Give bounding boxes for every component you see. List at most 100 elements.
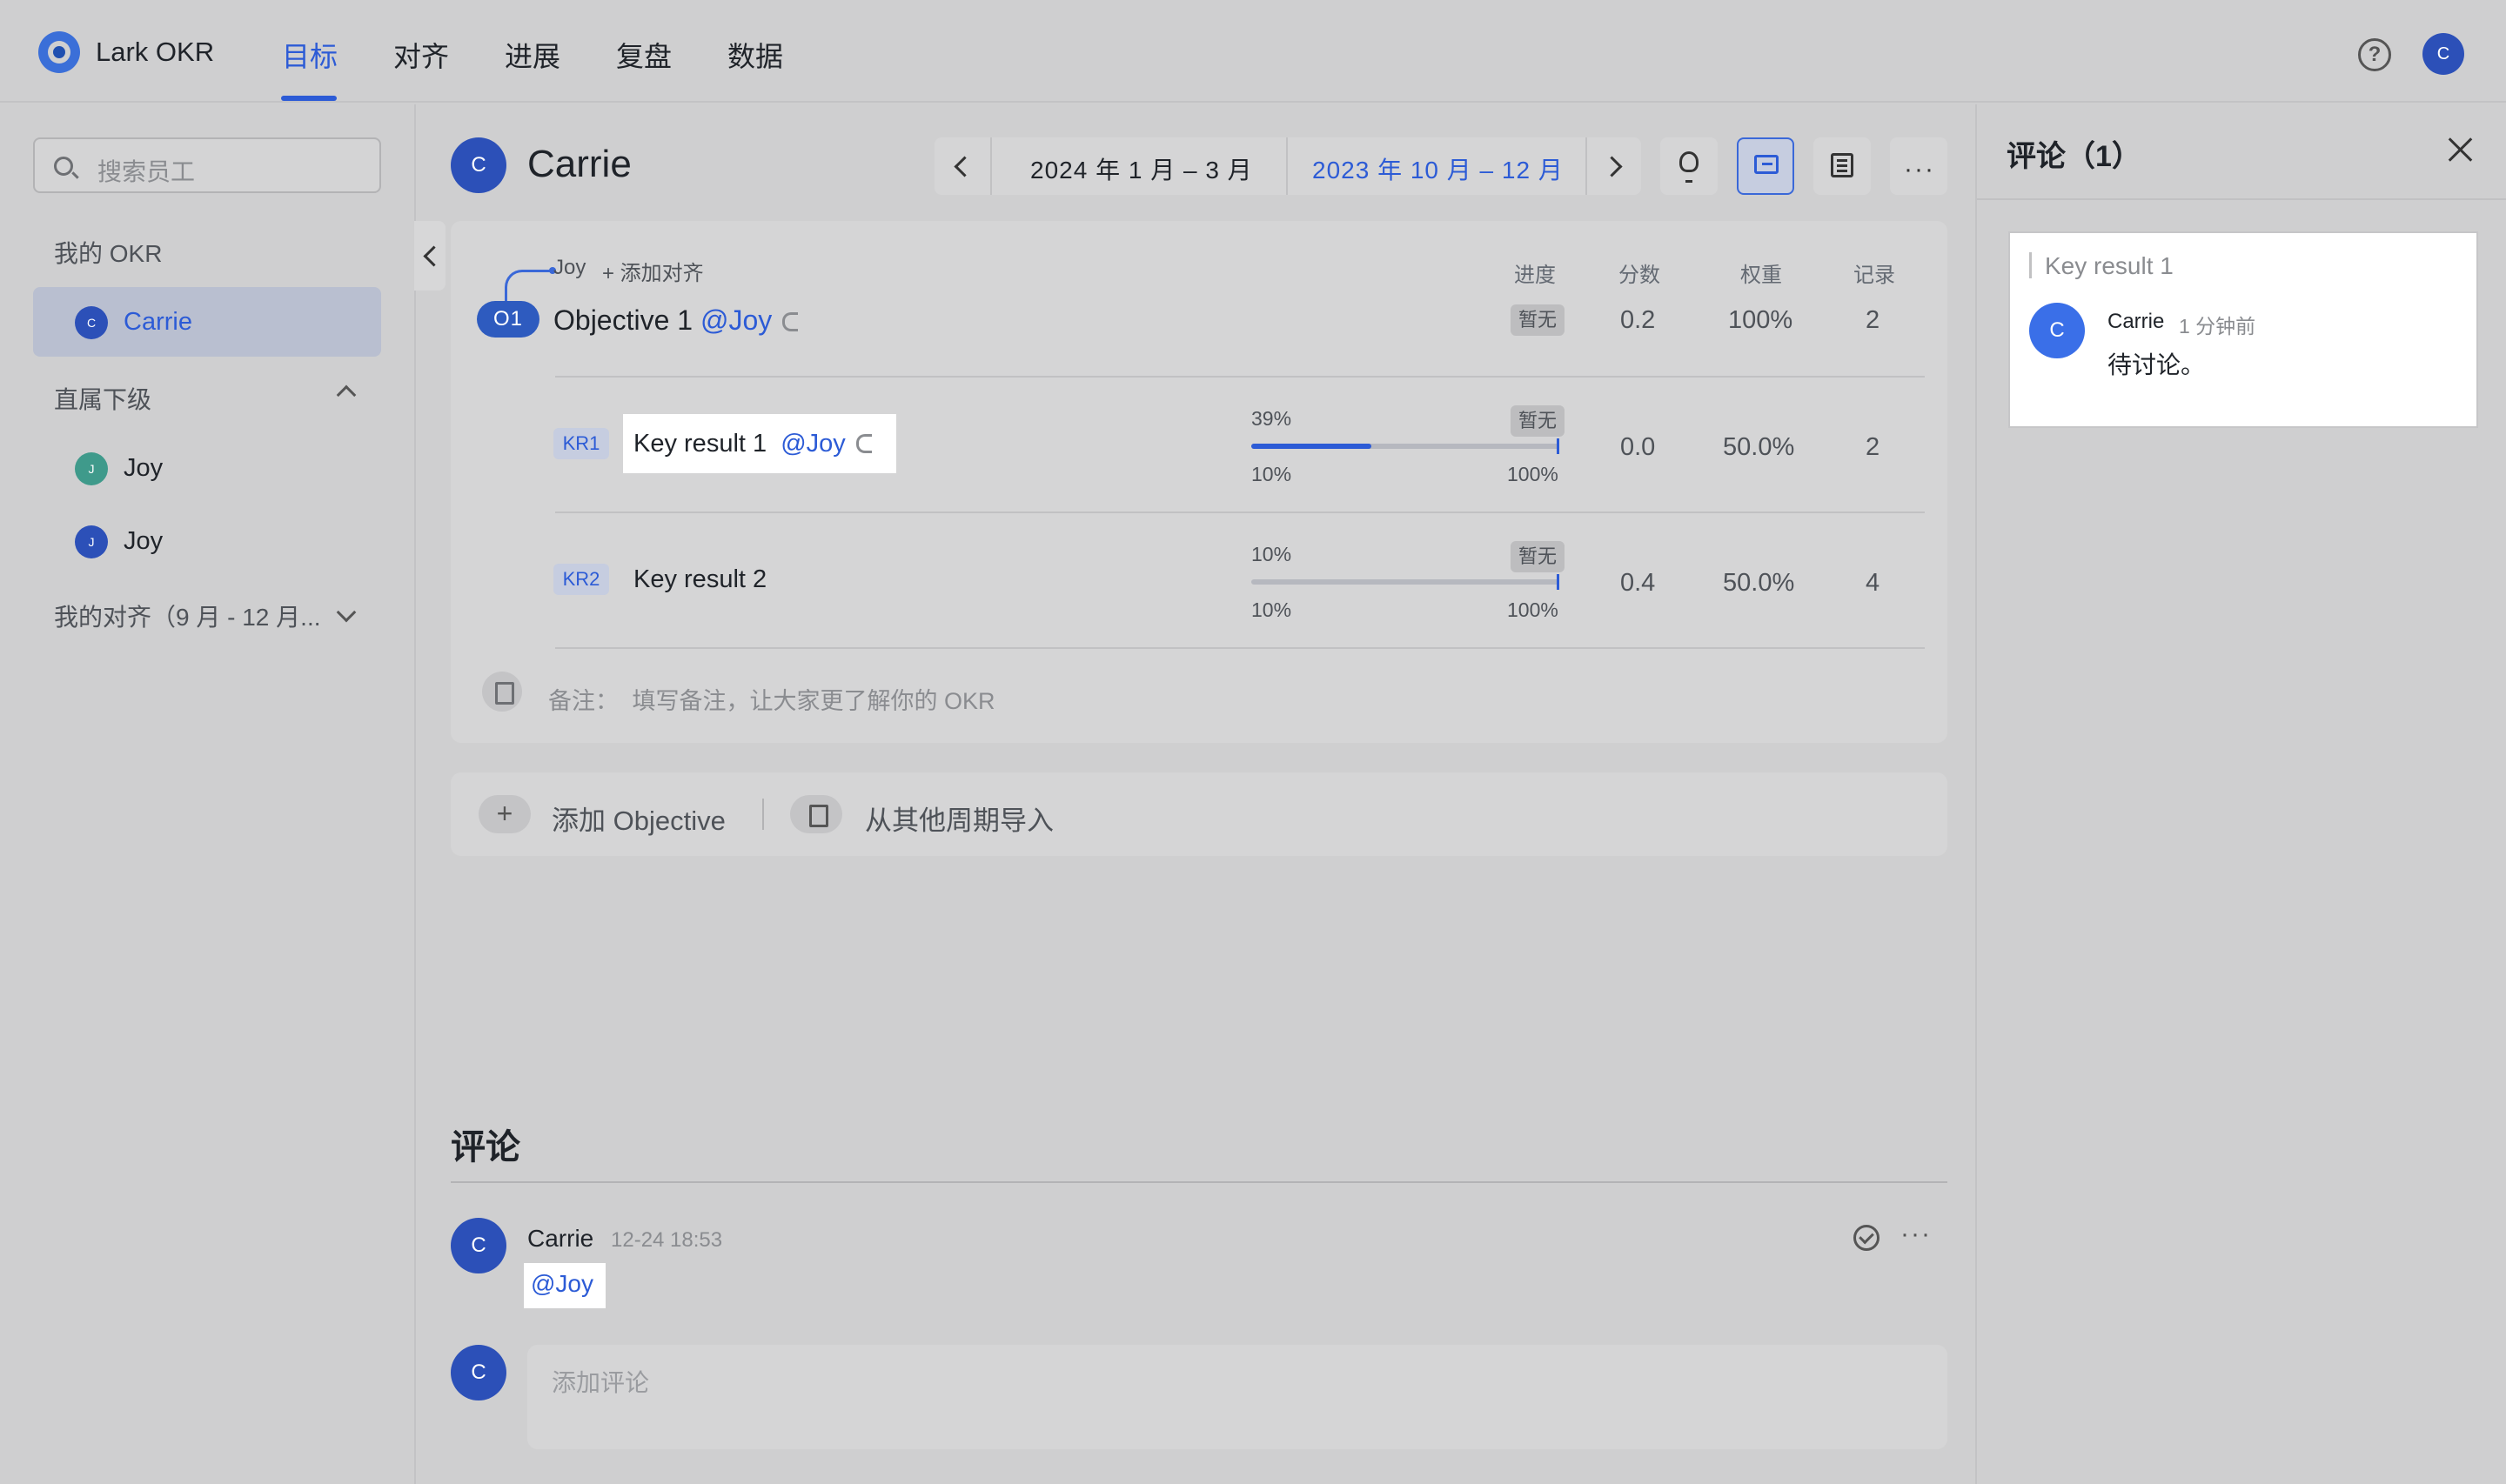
list-icon [1831, 153, 1853, 177]
comment-icon [1754, 155, 1779, 174]
comment-author: Carrie [527, 1225, 594, 1252]
progress-min-label: 10% [1251, 598, 1292, 621]
progress-status-badge: 暂无 [1511, 304, 1565, 336]
kr-weight[interactable]: 50.0% [1723, 433, 1794, 462]
kr-records[interactable]: 4 [1866, 569, 1880, 598]
comment-body: @Joy [524, 1263, 606, 1308]
close-icon[interactable] [2447, 136, 2475, 164]
import-from-period-button[interactable]: 从其他周期导入 [865, 799, 1054, 838]
comment-timestamp: 12-24 18:53 [611, 1228, 723, 1252]
comments-toggle-button[interactable] [1737, 137, 1794, 195]
mention-link[interactable]: @Joy [531, 1270, 593, 1298]
collapse-sidebar-button[interactable] [414, 221, 446, 291]
add-objective-bar: + 添加 Objective 从其他周期导入 [451, 772, 1947, 856]
note-input[interactable]: 备注： 填写备注，让大家更了解你的 OKR [548, 682, 995, 716]
next-period-button[interactable] [1587, 137, 1643, 195]
objective-weight[interactable]: 100% [1728, 306, 1792, 335]
comment-author: Carrie [2107, 310, 2165, 333]
tab-progress[interactable]: 进展 [505, 35, 560, 75]
progress-bar[interactable] [1251, 574, 1559, 590]
note-label: 备注： [548, 688, 619, 714]
progress-status-badge: 暂无 [1511, 541, 1565, 572]
more-options-button[interactable]: ··· [1890, 137, 1947, 195]
top-navigation-bar: Lark OKR 目标 对齐 进展 复盘 数据 ? C [0, 0, 2506, 103]
panel-title: 评论（1） [2007, 140, 2141, 173]
chevron-up-icon[interactable] [336, 384, 357, 405]
tab-data[interactable]: 数据 [727, 35, 783, 75]
quoted-key-result[interactable]: Key result 1 [2045, 252, 2174, 280]
my-okr-section-label: 我的 OKR [54, 240, 163, 267]
aligned-to-link[interactable]: Joy [553, 256, 586, 280]
plus-icon[interactable]: + [479, 795, 531, 833]
avatar: C [451, 137, 506, 193]
lark-okr-logo-icon [38, 31, 80, 73]
search-placeholder: 搜索员工 [97, 158, 196, 185]
user-avatar[interactable]: C [2422, 33, 2464, 75]
more-icon: ··· [1904, 155, 1935, 184]
kr-badge: KR1 [553, 428, 609, 459]
my-alignment-section-label[interactable]: 我的对齐（9 月 - 12 月... [54, 598, 321, 633]
objective-records[interactable]: 2 [1866, 306, 1880, 335]
sidebar-item-carrie[interactable]: C Carrie [33, 287, 381, 357]
objective-score[interactable]: 0.2 [1620, 306, 1655, 335]
comment-input[interactable]: 添加评论 [527, 1345, 1947, 1449]
period-selected[interactable]: 2023 年 10 月 – 12 月 [1312, 151, 1564, 186]
resolve-check-icon[interactable] [1853, 1225, 1880, 1251]
kr-score[interactable]: 0.4 [1620, 569, 1655, 598]
kr-records[interactable]: 2 [1866, 433, 1880, 462]
sidebar-item-joy[interactable]: J Joy [33, 433, 381, 503]
sidebar-item-label: Joy [124, 527, 164, 555]
objective-title-text: Objective 1 [553, 304, 694, 336]
note-placeholder: 填写备注，让大家更了解你的 OKR [632, 688, 995, 714]
key-result-title[interactable]: Key result 2 [633, 565, 767, 594]
link-icon [782, 312, 799, 331]
column-header-progress: 进度 [1514, 264, 1556, 287]
more-icon[interactable]: ··· [1900, 1220, 1932, 1249]
chevron-down-icon[interactable] [336, 602, 357, 623]
previous-period-button[interactable] [935, 137, 990, 195]
tab-review[interactable]: 复盘 [616, 35, 672, 75]
progress-max-label: 100% [1507, 598, 1558, 621]
tab-alignment[interactable]: 对齐 [393, 35, 449, 75]
kr-weight[interactable]: 50.0% [1723, 569, 1794, 598]
avatar: J [75, 452, 108, 485]
sidebar-item-label: Carrie [124, 308, 192, 336]
add-alignment-button[interactable]: + 添加对齐 [602, 256, 704, 286]
tips-button[interactable] [1660, 137, 1718, 195]
avatar: C [2029, 303, 2085, 358]
key-result-title-text: Key result 2 [633, 565, 767, 593]
note-icon [482, 672, 522, 712]
add-objective-button[interactable]: 添加 Objective [552, 799, 726, 838]
kr-badge: KR2 [553, 564, 609, 595]
period-switcher: 2024 年 1 月 – 3 月 2023 年 10 月 – 12 月 [935, 137, 1641, 195]
progress-target-marker [1557, 574, 1559, 590]
comment-card[interactable]: Key result 1 C Carrie 1 分钟前 待讨论。 [2008, 231, 2478, 428]
comment-text: 待讨论。 [2107, 351, 2206, 378]
kr-score[interactable]: 0.0 [1620, 433, 1655, 462]
link-icon [855, 434, 872, 453]
objective-badge: O1 [477, 301, 539, 338]
avatar: C [451, 1345, 506, 1400]
period-current[interactable]: 2024 年 1 月 – 3 月 [1030, 151, 1253, 186]
progress-percent: 39% [1251, 407, 1292, 430]
progress-max-label: 100% [1507, 463, 1558, 485]
sidebar-item-label: Joy [124, 454, 164, 482]
lightbulb-icon [1679, 151, 1699, 183]
direct-reports-section-label[interactable]: 直属下级 [54, 381, 151, 416]
list-view-button[interactable] [1813, 137, 1871, 195]
progress-bar[interactable] [1251, 438, 1559, 454]
comment-timestamp: 1 分钟前 [2179, 315, 2256, 338]
column-header-records: 记录 [1853, 264, 1895, 287]
objective-title[interactable]: Objective 1 @Joy [553, 304, 799, 337]
mention-link[interactable]: @Joy [781, 430, 846, 458]
employee-search-input[interactable]: 搜索员工 [33, 137, 381, 193]
key-result-title[interactable]: Key result 1 @Joy [633, 430, 872, 458]
help-icon[interactable]: ? [2358, 38, 2391, 71]
mention-link[interactable]: @Joy [700, 304, 772, 336]
progress-status-badge: 暂无 [1511, 405, 1565, 437]
tab-goals[interactable]: 目标 [282, 35, 338, 75]
import-icon[interactable] [790, 795, 842, 833]
column-header-score: 分数 [1618, 264, 1660, 287]
sidebar-item-joy[interactable]: J Joy [33, 506, 381, 576]
avatar: C [451, 1218, 506, 1273]
